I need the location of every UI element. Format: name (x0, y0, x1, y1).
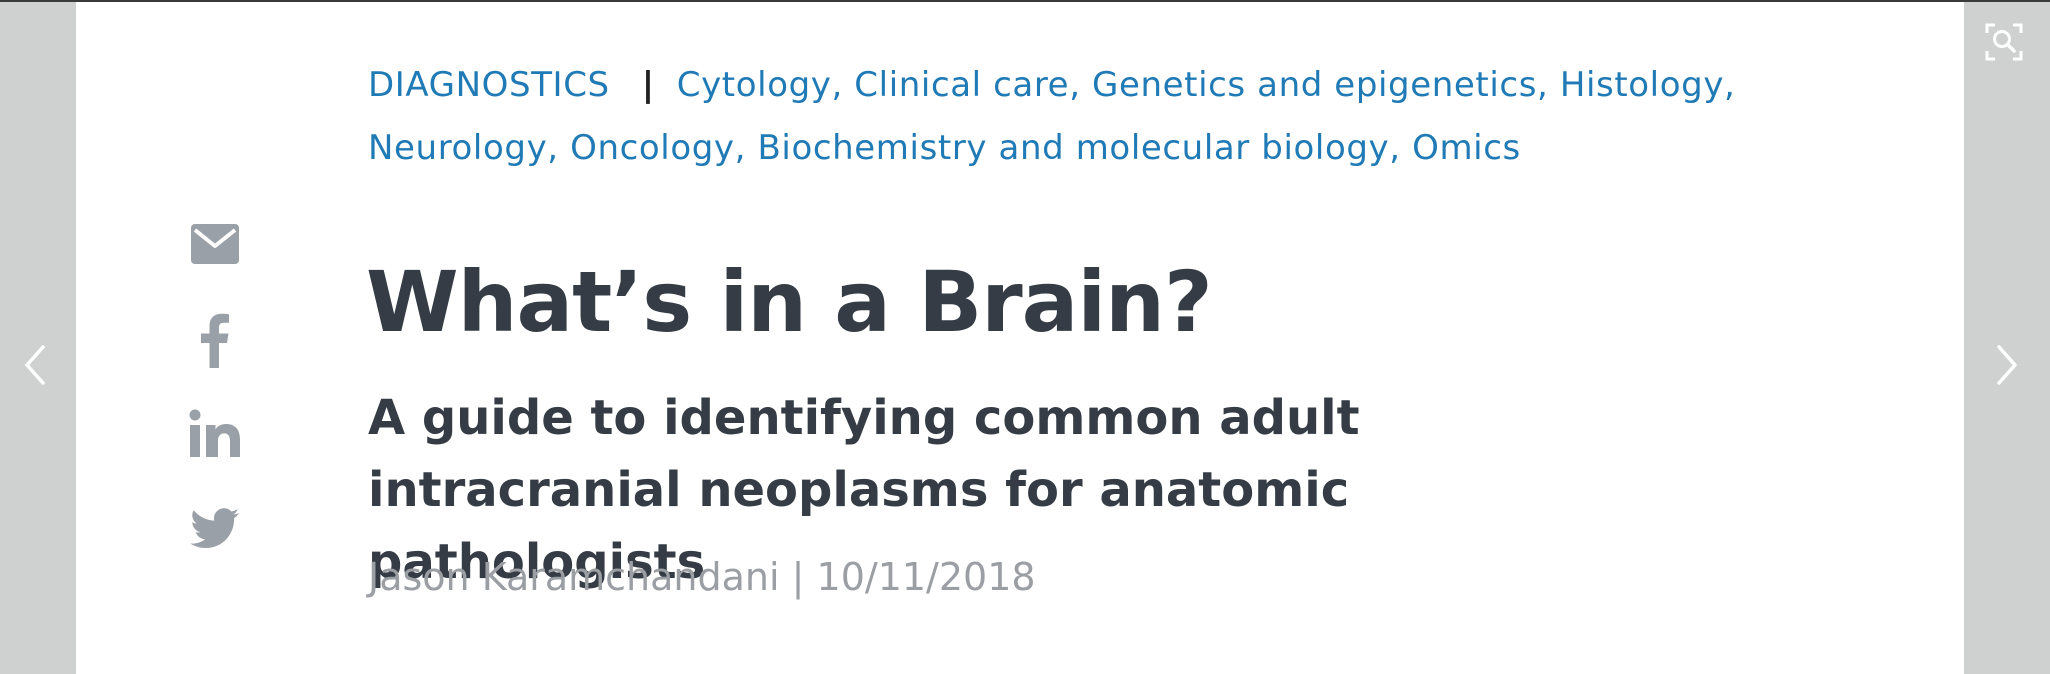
image-viewer: DIAGNOSTICS | Cytology, Clinical care, Gen… (0, 0, 2050, 674)
chevron-right-icon (1997, 345, 2017, 385)
share-twitter-button[interactable] (188, 508, 242, 550)
share-email-button[interactable] (188, 224, 242, 264)
byline-separator: | (779, 555, 817, 599)
author-name: Jason Karamchandani (368, 555, 780, 599)
zoom-icon (1985, 23, 2023, 61)
section-link[interactable]: DIAGNOSTICS (368, 65, 610, 105)
email-icon (191, 224, 239, 264)
byline: Jason Karamchandani | 10/11/2018 (368, 555, 1036, 599)
publish-date: 10/11/2018 (816, 555, 1036, 599)
article-page: DIAGNOSTICS | Cytology, Clinical care, Gen… (76, 2, 1964, 674)
article-categories: DIAGNOSTICS | Cytology, Clinical care, Gen… (368, 54, 1908, 180)
category-separator: | (641, 65, 655, 105)
share-facebook-button[interactable] (188, 312, 242, 368)
share-linkedin-button[interactable] (188, 409, 242, 457)
twitter-icon (190, 508, 239, 548)
facebook-icon (201, 313, 229, 368)
tags-line-2[interactable]: Neurology, Oncology, Biochemistry and mo… (368, 128, 1521, 168)
tags-line-1[interactable]: Cytology, Clinical care, Genetics and ep… (677, 65, 1736, 105)
chevron-left-icon (25, 345, 45, 385)
zoom-button[interactable] (1985, 23, 2023, 61)
article-title: What’s in a Brain? (366, 253, 1213, 351)
linkedin-icon (189, 409, 240, 457)
next-button[interactable] (1986, 335, 2026, 395)
previous-button[interactable] (16, 335, 56, 395)
